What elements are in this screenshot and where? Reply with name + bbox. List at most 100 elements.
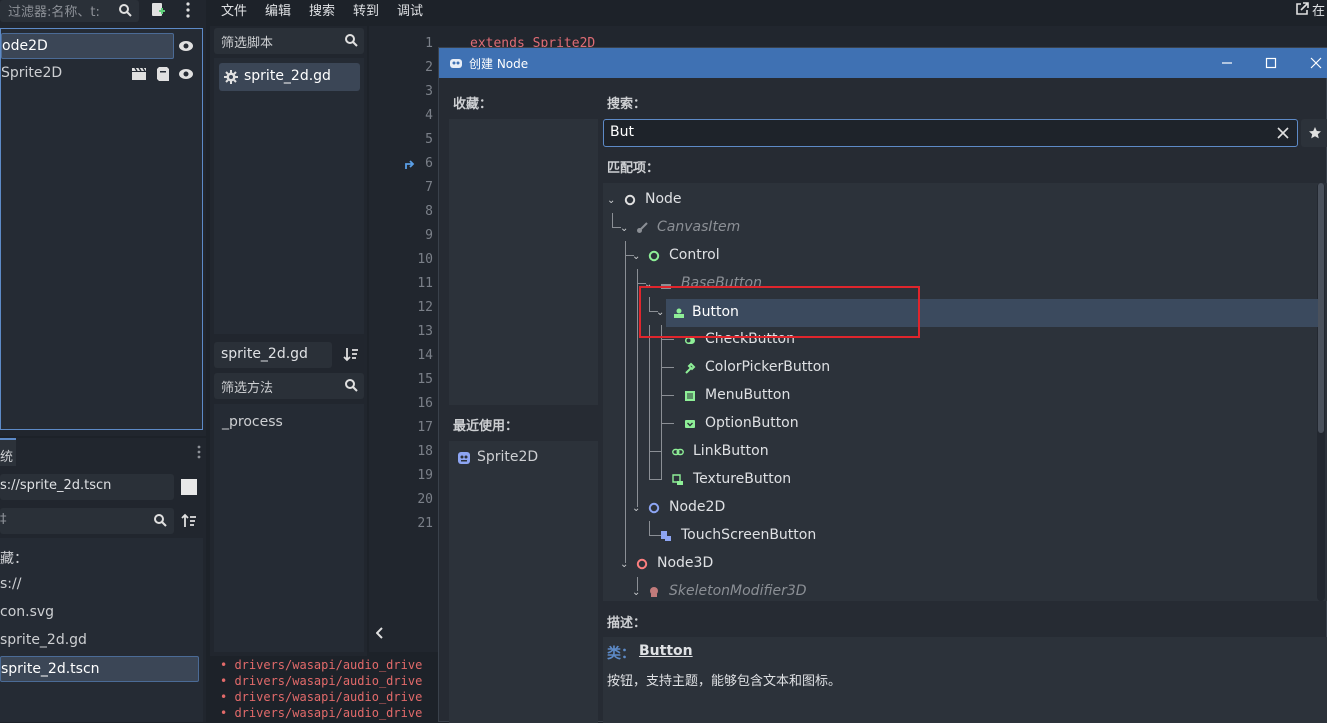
line-gutter: 1 2 3 4 5 6 7 8 9 10 11 12 13 14 15 16 1…	[369, 26, 441, 616]
search-icon[interactable]	[152, 512, 168, 528]
search-input[interactable]: But	[603, 119, 1298, 147]
optionbutton-icon	[683, 417, 697, 431]
filter-scripts-input[interactable]: 筛选脚本	[214, 28, 364, 54]
close-icon[interactable]	[1308, 55, 1324, 71]
chevron-left-icon[interactable]	[373, 624, 387, 642]
sort-icon[interactable]	[342, 345, 360, 363]
chevron-down-icon[interactable]: ⌄	[607, 195, 615, 206]
tree-item-label: Control	[669, 247, 720, 263]
more-options-icon[interactable]	[194, 444, 204, 460]
chevron-down-icon[interactable]: ⌄	[620, 223, 628, 234]
file-item[interactable]: con.svg	[0, 600, 200, 626]
tree-item-skeletonmodifier3d[interactable]: ⌄ SkeletonModifier3D	[603, 579, 1303, 601]
line-number: 18	[417, 444, 433, 459]
line-number: 19	[417, 468, 433, 483]
menu-file[interactable]: 文件	[221, 0, 247, 19]
external-link-icon[interactable]	[1294, 1, 1310, 17]
favorites-label: 藏：	[0, 551, 28, 567]
tree-item-linkbutton[interactable]: LinkButton	[603, 439, 1303, 465]
create-node-dialog: 创建 Node 收藏： 最近使用： Sprite2D 搜索： But 匹配项： …	[438, 47, 1327, 723]
chevron-down-icon[interactable]: ⌄	[620, 559, 628, 570]
tree-item-node[interactable]: ⌄ Node	[603, 187, 1303, 213]
clapperboard-icon[interactable]	[131, 67, 147, 81]
line-number: 4	[425, 108, 433, 123]
tree-item-label: TouchScreenButton	[681, 527, 817, 543]
open-in-editor-label[interactable]: 在	[1312, 0, 1325, 19]
menu-edit[interactable]: 编辑	[265, 0, 291, 19]
maximize-icon[interactable]	[1263, 55, 1279, 71]
tree-item-node2d[interactable]: ⌄ Node2D	[603, 495, 1303, 521]
sort-icon[interactable]	[180, 512, 198, 530]
gear-icon	[223, 69, 239, 85]
tree-item-menubutton[interactable]: MenuButton	[603, 383, 1303, 409]
menu-goto[interactable]: 转到	[353, 0, 379, 19]
menu-debug[interactable]: 调试	[397, 0, 423, 19]
clear-icon[interactable]	[1276, 126, 1290, 140]
recent-item[interactable]: Sprite2D	[449, 445, 598, 471]
line-number: 2	[425, 60, 433, 75]
file-item[interactable]: sprite_2d.gd	[0, 628, 200, 654]
filter-methods-input[interactable]: 筛选方法	[214, 373, 364, 399]
filesystem-tab[interactable]: 统	[0, 438, 16, 466]
search-label: 搜索：	[607, 97, 647, 112]
chevron-down-icon[interactable]: ⌄	[632, 587, 640, 598]
attach-script-icon[interactable]	[148, 0, 168, 20]
line-number: 10	[417, 252, 433, 267]
tree-item-node3d[interactable]: ⌄ Node3D	[603, 551, 1303, 577]
link-icon	[671, 445, 685, 459]
tree-item-control[interactable]: ⌄ Control	[603, 243, 1303, 269]
search-icon	[344, 33, 358, 47]
minimize-icon[interactable]	[1219, 55, 1235, 71]
log-line: • drivers/wasapi/audio_drive	[220, 690, 423, 704]
file-filter-input[interactable]: ‡	[0, 508, 174, 534]
line-number: 15	[417, 372, 433, 387]
tree-item-label: Node	[645, 191, 682, 207]
line-number: 20	[417, 492, 433, 507]
texturebutton-icon	[671, 473, 685, 487]
script-icon[interactable]	[155, 66, 171, 82]
menu-search[interactable]: 搜索	[309, 0, 335, 19]
scrollbar-thumb[interactable]	[1318, 183, 1324, 433]
filter-scripts-placeholder: 筛选脚本	[221, 36, 274, 51]
file-item-selected[interactable]: sprite_2d.tscn	[0, 656, 199, 682]
more-options-icon[interactable]	[180, 0, 196, 20]
tree-item-colorpickerbutton[interactable]: ColorPickerButton	[603, 355, 1303, 381]
line-number: 5	[425, 132, 433, 147]
file-item-label: s://	[0, 576, 22, 592]
dialog-title: 创建 Node	[469, 57, 529, 71]
scrollbar[interactable]	[1317, 183, 1325, 601]
visibility-eye-icon[interactable]	[177, 38, 195, 54]
description-text: 按钮，支持主题，能够包含文本和图标。	[607, 674, 842, 689]
chevron-down-icon[interactable]: ⌄	[632, 503, 640, 514]
visibility-eye-icon[interactable]	[177, 66, 195, 82]
current-script-label: sprite_2d.gd	[221, 346, 308, 362]
method-override-icon[interactable]	[403, 157, 417, 171]
scene-tree-item-sprite2d[interactable]: Sprite2D	[1, 61, 201, 87]
tree-item-touchscreenbutton[interactable]: TouchScreenButton	[603, 523, 1303, 549]
favorite-star-button[interactable]	[1301, 119, 1327, 147]
class-name-link[interactable]: Button	[639, 643, 693, 659]
method-item[interactable]: _process	[214, 410, 364, 436]
chevron-down-icon[interactable]: ⌄	[632, 251, 640, 262]
search-icon[interactable]	[116, 1, 134, 19]
file-filter-placeholder: ‡	[0, 512, 7, 527]
file-item[interactable]: s://	[0, 572, 200, 598]
layout-toggle-icon[interactable]	[181, 479, 197, 495]
tree-item-optionbutton[interactable]: OptionButton	[603, 411, 1303, 437]
matches-tree: ⌄ Node ⌄ CanvasItem ⌄ Control ⌄ BaseButt…	[603, 183, 1327, 601]
editor-footer	[369, 616, 438, 652]
brush-icon	[635, 221, 649, 235]
current-script-field: sprite_2d.gd	[214, 342, 332, 368]
script-item[interactable]: sprite_2d.gd	[219, 63, 360, 91]
tree-item-texturebutton[interactable]: TextureButton	[603, 467, 1303, 493]
line-number: 9	[425, 228, 433, 243]
tree-item-canvasitem[interactable]: ⌄ CanvasItem	[603, 215, 1303, 241]
scene-tree-item-root[interactable]: ode2D	[1, 33, 174, 59]
dialog-titlebar: 创建 Node	[439, 48, 1327, 78]
scene-item-label: ode2D	[2, 38, 48, 54]
path-field[interactable]: s://sprite_2d.tscn	[0, 474, 174, 500]
tree-item-label: ColorPickerButton	[705, 359, 831, 375]
touchscreen-icon	[659, 529, 673, 543]
script-list: sprite_2d.gd	[214, 58, 364, 334]
node-icon	[623, 193, 637, 207]
